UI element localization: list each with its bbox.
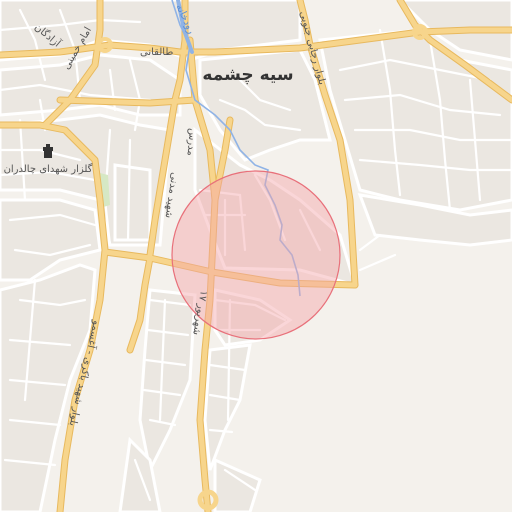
poi-label-golzar: گلزار شهدای چالدران — [4, 163, 93, 175]
city-label: سیه چشمه — [202, 65, 293, 85]
street-label-taleghani: طالقانی — [140, 47, 173, 58]
map-canvas[interactable]: سیه چشمه رودخانه آزادگان طالقانی امام خم… — [0, 0, 512, 512]
map-view[interactable]: سیه چشمه رودخانه آزادگان طالقانی امام خم… — [0, 0, 512, 512]
